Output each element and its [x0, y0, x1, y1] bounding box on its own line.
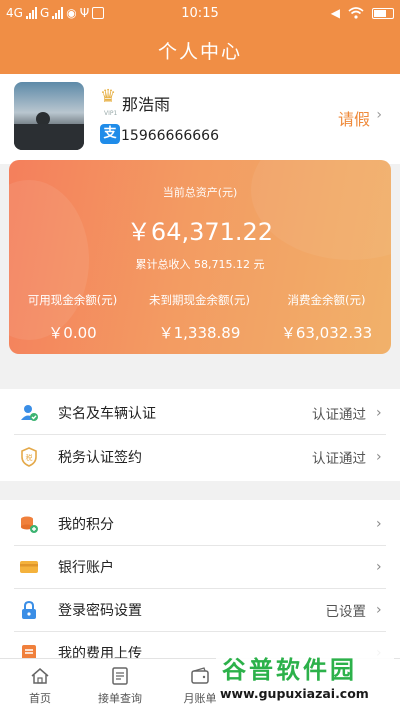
total-assets-label: 当前总资产(元) [162, 186, 238, 199]
alipay-icon: 支 [100, 124, 120, 144]
status-badge: 认证通过 [312, 451, 366, 467]
pending-cash: 未到期现金余额(元) ￥1,338.89 [136, 292, 263, 343]
consumption-balance-value: ￥63,032.33 [280, 324, 373, 342]
status-badge: 认证通过 [312, 406, 366, 423]
list-item-label: 实名及车辆认证 [58, 405, 156, 422]
menu-group: 我的积分 › 银行账户 › 登录密码设置 已设置 › 我的费用上传 › [0, 500, 400, 662]
lock-icon [18, 599, 40, 621]
avatar-ground [14, 124, 84, 150]
available-cash-value: ￥0.00 [48, 324, 97, 342]
chevron-right-icon: › [376, 515, 382, 532]
pending-cash-value: ￥1,338.89 [158, 324, 241, 342]
consumption-balance-label: 消费金余额(元) [287, 293, 366, 307]
available-cash: 可用现金余额(元) ￥0.00 [9, 292, 136, 343]
list-item-real-name-verify[interactable]: 实名及车辆认证 认证通过 › [14, 391, 386, 435]
total-assets-value: ￥64,371.22 [126, 218, 274, 246]
battery-icon [372, 7, 394, 19]
list-item-points[interactable]: 我的积分 › [14, 502, 386, 546]
verification-group: 实名及车辆认证 认证通过 › 税 税务认证签约 认证通过 › [0, 389, 400, 481]
chevron-right-icon: › [376, 404, 382, 421]
page-title: 个人中心 [0, 26, 400, 74]
svg-text:税: 税 [26, 453, 33, 462]
chevron-right-icon[interactable]: › [376, 107, 382, 123]
home-icon [31, 667, 49, 684]
asset-card: 当前总资产(元) ￥64,371.22 累计总收入 58,715.12 元 可用… [9, 160, 391, 354]
avatar[interactable] [14, 82, 84, 150]
consumption-balance: 消费金余额(元) ￥63,032.33 [263, 292, 390, 343]
tab-label: 首页 [29, 691, 51, 705]
user-name: 那浩雨 [122, 95, 171, 114]
tab-home[interactable]: 首页 [0, 659, 80, 711]
chevron-right-icon: › [376, 601, 382, 618]
status-bar: 4G G ◉ Ψ 10:15 ◀ [0, 0, 400, 26]
tax-shield-icon: 税 [18, 446, 40, 468]
watermark: 谷普软件园 www.gupuxiazai.com [216, 648, 394, 710]
list-item-label: 税务认证签约 [58, 450, 142, 466]
chevron-right-icon: › [376, 449, 382, 465]
status-time: 10:15 [181, 5, 219, 21]
status-badge: 已设置 [325, 603, 367, 620]
total-income: 累计总收入 58,715.12 元 [135, 258, 265, 271]
user-verify-icon [18, 402, 40, 424]
vip-tag: VIP1 [104, 110, 118, 117]
list-item-login-password[interactable]: 登录密码设置 已设置 › [14, 588, 386, 632]
tab-label: 接单查询 [98, 691, 142, 705]
list-item-tax-sign[interactable]: 税 税务认证签约 认证通过 › [14, 435, 386, 479]
chevron-right-icon: › [376, 558, 382, 575]
leave-button[interactable]: 请假 [338, 106, 370, 130]
list-item-bank-account[interactable]: 银行账户 › [14, 545, 386, 589]
watermark-url: www.gupuxiazai.com [220, 686, 369, 701]
tab-label: 月账单 [183, 691, 217, 705]
available-cash-label: 可用现金余额(元) [27, 293, 118, 307]
list-item-label: 银行账户 [58, 559, 114, 576]
pending-cash-label: 未到期现金余额(元) [149, 293, 250, 307]
crown-icon: ♛ [100, 86, 117, 107]
tab-order-query[interactable]: 接单查询 [80, 659, 160, 711]
list-item-label: 我的积分 [58, 516, 114, 533]
list-item-label: 登录密码设置 [58, 602, 142, 619]
phone-number: 15966666666 [121, 128, 219, 144]
coins-icon [18, 513, 40, 535]
order-icon [112, 666, 128, 685]
watermark-title: 谷普软件园 [222, 656, 357, 684]
wallet-icon [191, 666, 209, 684]
bank-card-icon [18, 556, 40, 578]
profile-header: ♛ VIP1 那浩雨 支 15966666666 请假 › [0, 74, 400, 164]
